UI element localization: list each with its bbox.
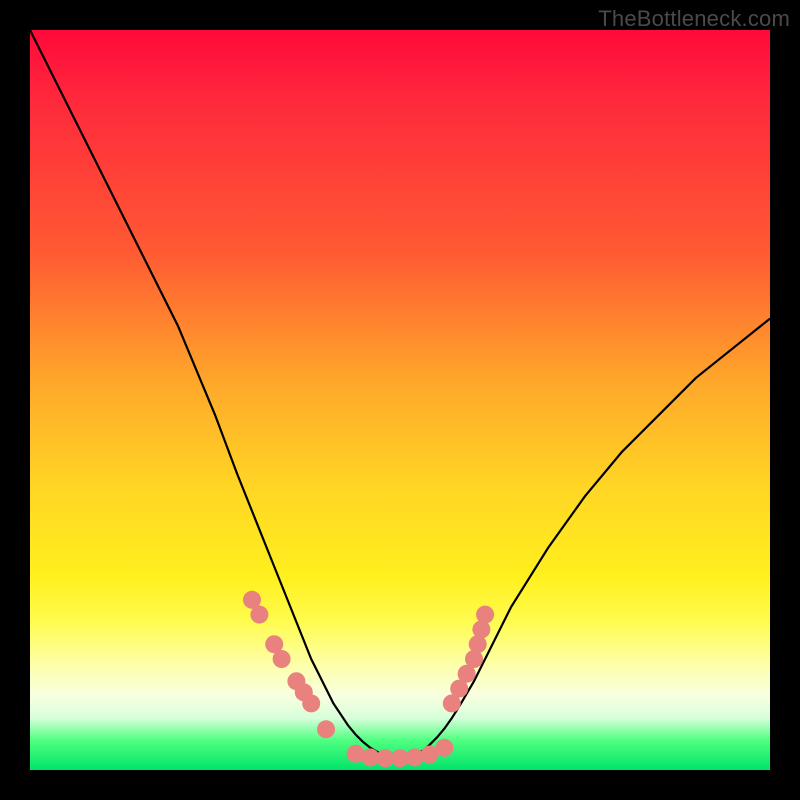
- curve-marker: [476, 606, 494, 624]
- curve-marker: [317, 720, 335, 738]
- curve-layer: [30, 30, 770, 770]
- curve-marker: [302, 694, 320, 712]
- watermark-text: TheBottleneck.com: [598, 6, 790, 32]
- curve-marker: [273, 650, 291, 668]
- bottleneck-curve: [30, 30, 770, 758]
- chart-frame: TheBottleneck.com: [0, 0, 800, 800]
- curve-markers: [243, 591, 494, 767]
- plot-area: [30, 30, 770, 770]
- curve-marker: [250, 606, 268, 624]
- curve-marker: [435, 739, 453, 757]
